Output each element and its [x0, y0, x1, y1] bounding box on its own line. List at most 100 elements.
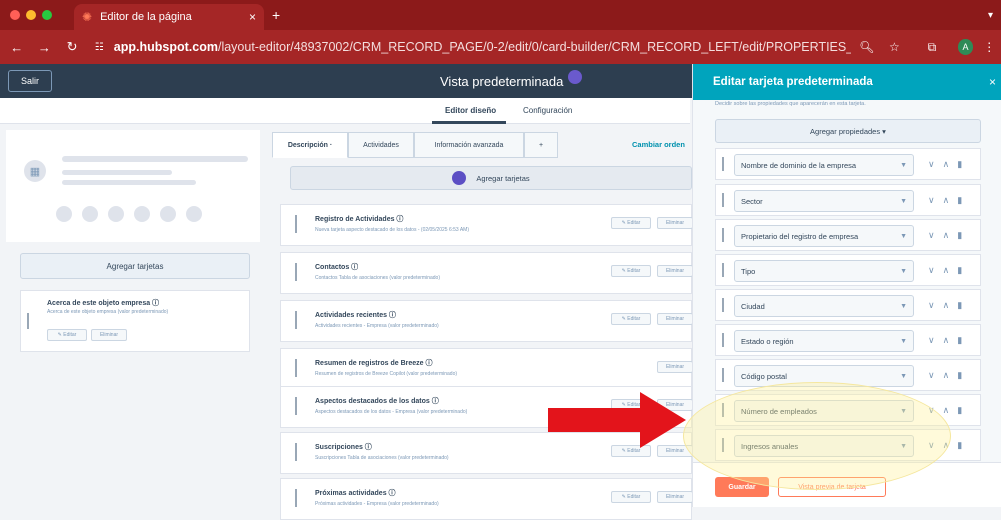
- property-select[interactable]: Tipo ▼: [734, 260, 914, 282]
- tab-advanced-info[interactable]: Información avanzada: [414, 132, 524, 158]
- maximize-window-button[interactable]: [42, 10, 52, 20]
- drag-handle-icon[interactable]: [295, 443, 297, 461]
- card-remove-button[interactable]: Eliminar: [657, 217, 693, 229]
- exit-button[interactable]: Salir: [8, 70, 52, 92]
- drag-handle-icon[interactable]: [722, 157, 724, 171]
- url-host: app.hubspot.com: [113, 40, 218, 54]
- property-row[interactable]: Sector ▼ ∨ ∧ ▮: [715, 184, 981, 216]
- move-down-icon[interactable]: ∨: [928, 195, 935, 206]
- card-breeze-summary[interactable]: Resumen de registros de Breeze ⓘ Resumen…: [280, 348, 693, 390]
- left-add-cards-button[interactable]: Agregar tarjetas: [20, 253, 250, 279]
- drag-handle-icon[interactable]: [722, 368, 724, 382]
- property-select[interactable]: Nombre de dominio de la empresa ▼: [734, 154, 914, 176]
- back-icon[interactable]: ←: [6, 40, 28, 55]
- move-up-icon[interactable]: ∧: [943, 195, 950, 206]
- trash-icon[interactable]: ▮: [957, 159, 962, 170]
- trash-icon[interactable]: ▮: [957, 300, 962, 311]
- tab-close-icon[interactable]: ×: [249, 10, 256, 24]
- profile-avatar[interactable]: A: [957, 39, 974, 55]
- move-up-icon[interactable]: ∧: [943, 370, 950, 381]
- browser-tab[interactable]: ✺ Editor de la página ×: [74, 4, 264, 30]
- property-row[interactable]: Nombre de dominio de la empresa ▼ ∨ ∧ ▮: [715, 148, 981, 180]
- add-tab-button[interactable]: +: [524, 132, 558, 158]
- minimize-window-button[interactable]: [26, 10, 36, 20]
- card-remove-button[interactable]: Eliminar: [657, 361, 693, 373]
- move-up-icon[interactable]: ∧: [943, 335, 950, 346]
- move-up-icon[interactable]: ∧: [943, 159, 950, 170]
- drag-handle-icon[interactable]: [295, 263, 297, 281]
- card-title: Aspectos destacados de los datos ⓘ: [315, 398, 439, 405]
- add-properties-button[interactable]: Agregar propiedades ▾: [715, 119, 981, 143]
- center-add-cards-button[interactable]: Agregar tarjetas: [290, 166, 692, 190]
- drag-handle-icon[interactable]: [295, 311, 297, 329]
- property-select[interactable]: Estado o región ▼: [734, 330, 914, 352]
- trash-icon[interactable]: ▮: [957, 370, 962, 381]
- reorder-link[interactable]: Cambiar orden: [632, 140, 685, 149]
- card-edit-button[interactable]: ✎ Editar: [611, 217, 651, 229]
- drag-handle-icon[interactable]: [722, 263, 724, 277]
- move-down-icon[interactable]: ∨: [928, 265, 935, 276]
- move-up-icon[interactable]: ∧: [943, 230, 950, 241]
- panel-close-icon[interactable]: ×: [989, 75, 996, 89]
- bookmark-star-icon[interactable]: ☆: [883, 40, 907, 54]
- card-remove-button[interactable]: Eliminar: [657, 491, 693, 503]
- trash-icon[interactable]: ▮: [957, 195, 962, 206]
- move-down-icon[interactable]: ∨: [928, 370, 935, 381]
- drag-handle-icon[interactable]: [295, 397, 297, 415]
- extensions-icon[interactable]: ⧉: [920, 40, 944, 55]
- tab-description[interactable]: Descripción ·: [272, 132, 348, 158]
- drag-handle-icon[interactable]: [295, 215, 297, 233]
- card-edit-button[interactable]: ✎ Editar: [611, 491, 651, 503]
- drag-handle-icon[interactable]: [295, 359, 297, 377]
- drag-handle-icon[interactable]: [722, 193, 724, 207]
- drag-handle-icon[interactable]: [27, 313, 29, 329]
- move-up-icon[interactable]: ∧: [943, 265, 950, 276]
- move-down-icon[interactable]: ∨: [928, 335, 935, 346]
- move-up-icon[interactable]: ∧: [943, 405, 950, 416]
- property-select[interactable]: Propietario del registro de empresa ▼: [734, 225, 914, 247]
- card-edit-button[interactable]: ✎ Editar: [611, 313, 651, 325]
- property-row[interactable]: Propietario del registro de empresa ▼ ∨ ∧ ▮: [715, 219, 981, 251]
- tab-design-editor[interactable]: Editor diseño: [445, 106, 496, 115]
- trash-icon[interactable]: ▮: [957, 440, 962, 451]
- card-upcoming-activities[interactable]: Próximas actividades ⓘ Próximas activida…: [280, 478, 693, 520]
- move-down-icon[interactable]: ∨: [928, 159, 935, 170]
- browser-menu-icon[interactable]: ⋮: [977, 40, 1001, 54]
- close-window-button[interactable]: [10, 10, 20, 20]
- drag-handle-icon[interactable]: [722, 333, 724, 347]
- tab-activities[interactable]: Actividades: [348, 132, 414, 158]
- move-down-icon[interactable]: ∨: [928, 300, 935, 311]
- property-select[interactable]: Sector ▼: [734, 190, 914, 212]
- property-row[interactable]: Estado o región ▼ ∨ ∧ ▮: [715, 324, 981, 356]
- forward-icon[interactable]: →: [34, 40, 56, 55]
- drag-handle-icon[interactable]: [295, 489, 297, 507]
- move-up-icon[interactable]: ∧: [943, 300, 950, 311]
- card-activity-log[interactable]: Registro de Actividades ⓘ Nueva tarjeta …: [280, 204, 693, 246]
- trash-icon[interactable]: ▮: [957, 335, 962, 346]
- drag-handle-icon[interactable]: [722, 228, 724, 242]
- card-remove-button[interactable]: Eliminar: [657, 313, 693, 325]
- about-object-card[interactable]: Acerca de este objeto empresa ⓘ Acerca d…: [20, 290, 250, 352]
- address-bar[interactable]: ☷ app.hubspot.com /layout-editor/4893700…: [95, 40, 851, 54]
- property-row[interactable]: Ciudad ▼ ∨ ∧ ▮: [715, 289, 981, 321]
- trash-icon[interactable]: ▮: [957, 405, 962, 416]
- about-edit-button[interactable]: ✎ Editar: [47, 329, 87, 341]
- tab-configuration[interactable]: Configuración: [523, 106, 572, 115]
- tab-search-button[interactable]: ▾: [988, 10, 993, 21]
- card-contacts[interactable]: Contactos ⓘ Contactos Tabla de asociacio…: [280, 252, 693, 294]
- trash-icon[interactable]: ▮: [957, 265, 962, 276]
- card-recent-activities[interactable]: Actividades recientes ⓘ Actividades reci…: [280, 300, 693, 342]
- property-row[interactable]: Tipo ▼ ∨ ∧ ▮: [715, 254, 981, 286]
- zoom-icon[interactable]: 🔍︎: [855, 40, 879, 54]
- trash-icon[interactable]: ▮: [957, 230, 962, 241]
- card-remove-button[interactable]: Eliminar: [657, 265, 693, 277]
- about-remove-button[interactable]: Eliminar: [91, 329, 127, 341]
- new-tab-button[interactable]: +: [272, 7, 280, 23]
- card-edit-button[interactable]: ✎ Editar: [611, 265, 651, 277]
- property-select[interactable]: Ciudad ▼: [734, 295, 914, 317]
- drag-handle-icon[interactable]: [722, 298, 724, 312]
- move-down-icon[interactable]: ∨: [928, 230, 935, 241]
- site-info-icon[interactable]: ☷: [95, 42, 104, 53]
- highlight-ellipse: [683, 382, 951, 490]
- reload-icon[interactable]: ↻: [61, 39, 83, 55]
